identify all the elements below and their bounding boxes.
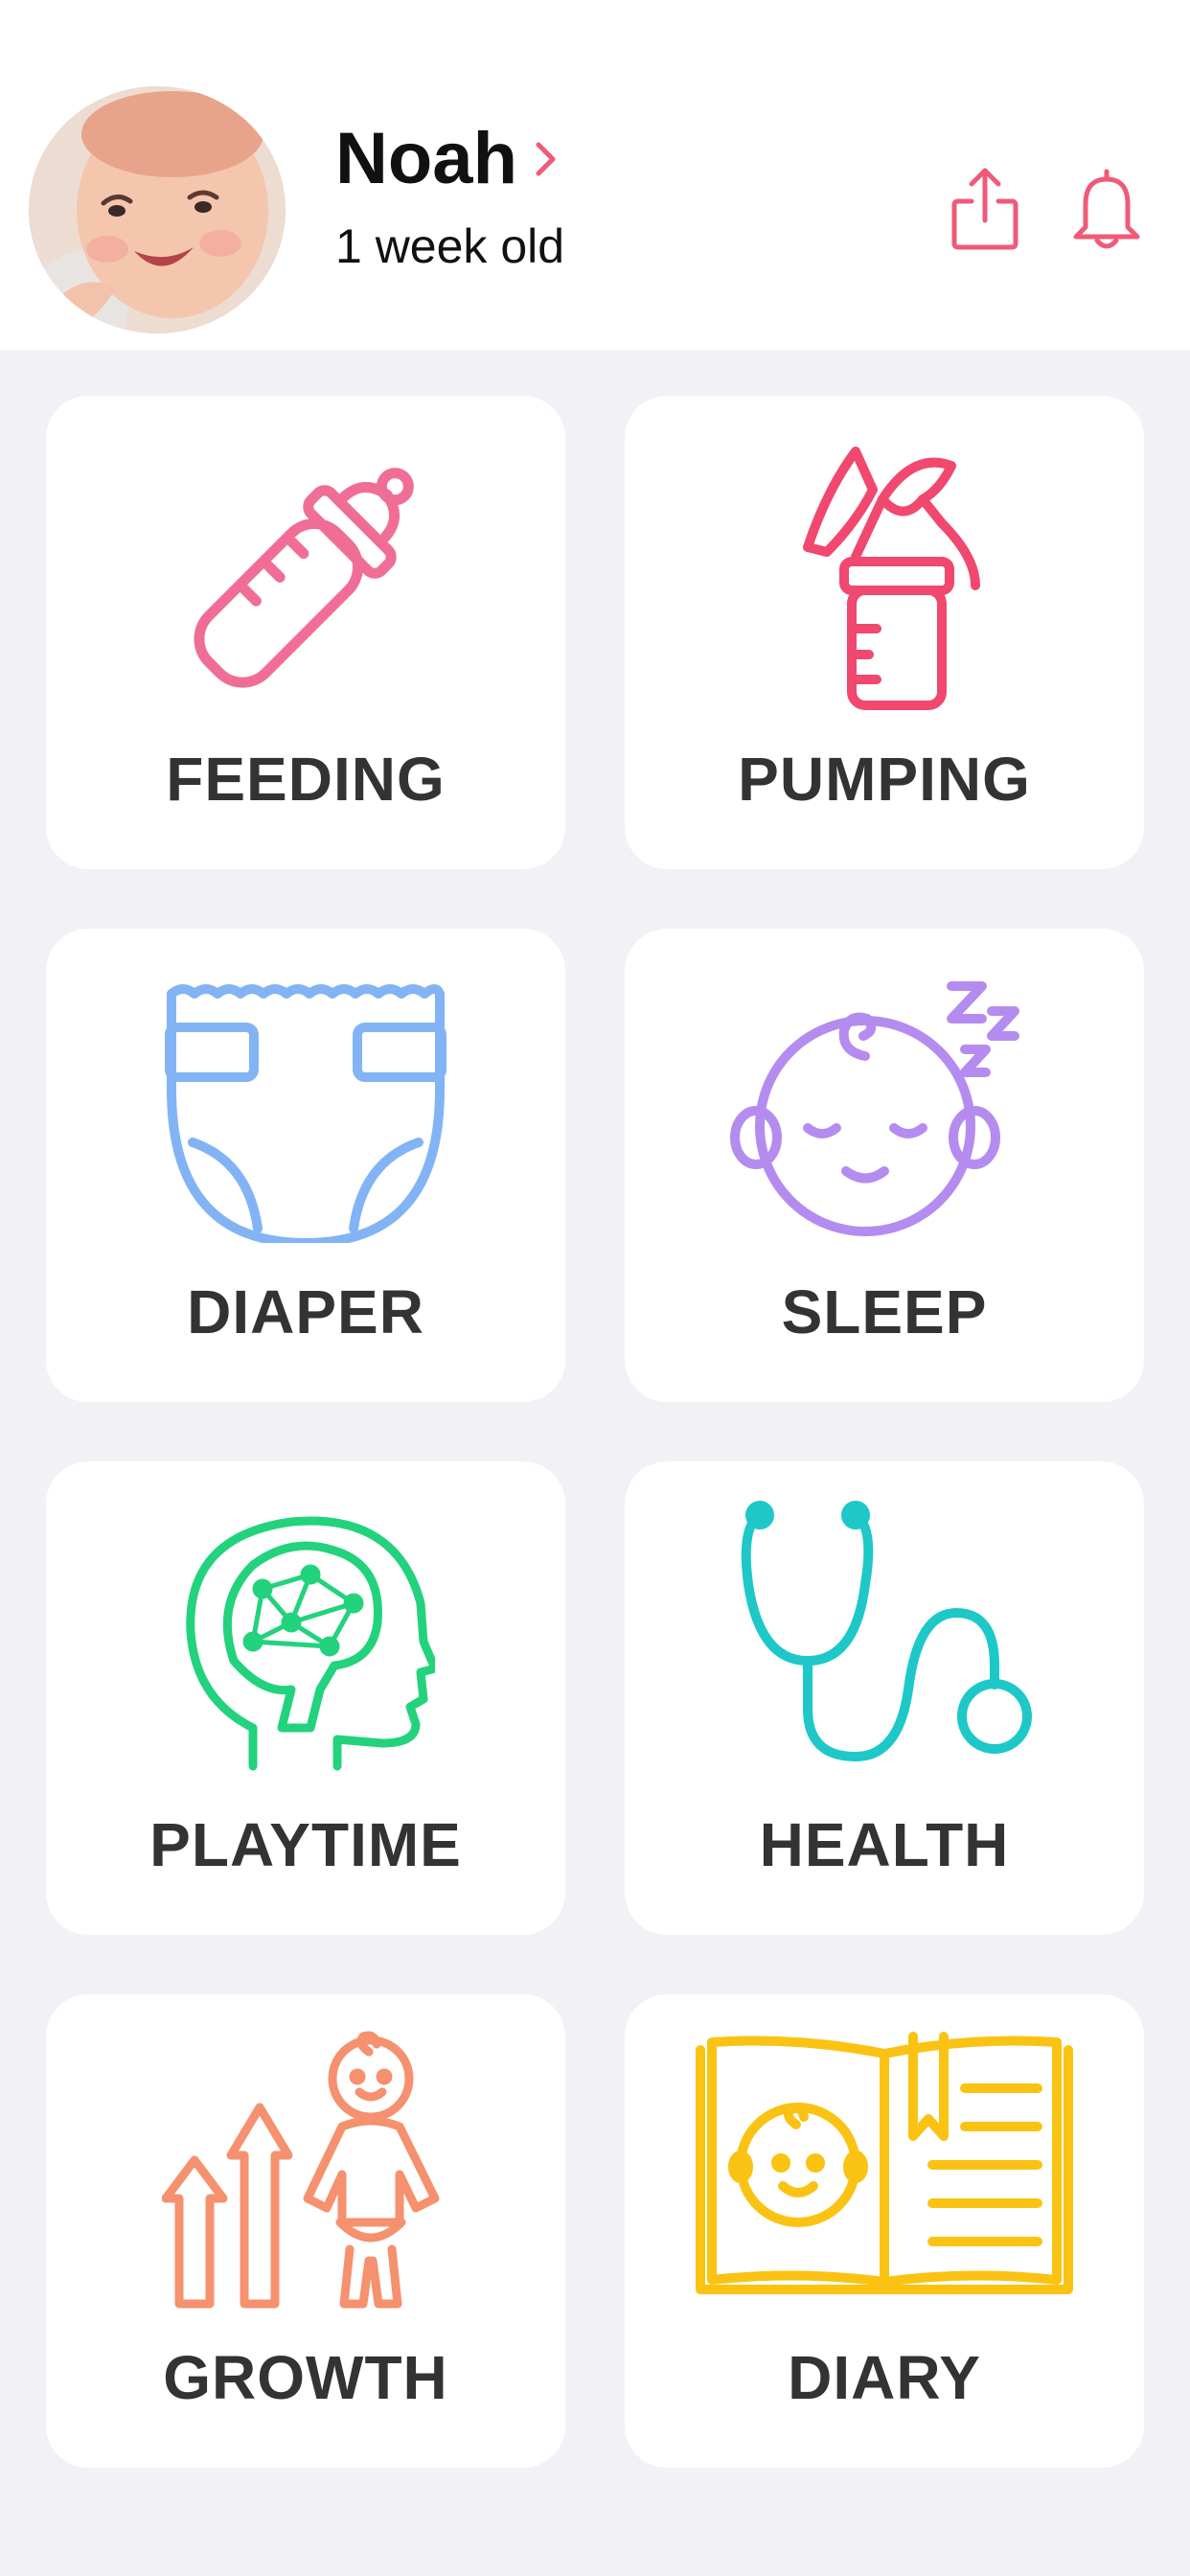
- diaper-icon: [152, 965, 459, 1248]
- profile-switcher[interactable]: Noah: [335, 123, 558, 196]
- breast-pump-icon: [769, 432, 999, 715]
- tile-label: FEEDING: [166, 745, 446, 814]
- tile-playtime[interactable]: PLAYTIME: [46, 1461, 565, 1935]
- tile-label: DIAPER: [187, 1277, 424, 1346]
- bell-icon: [1070, 168, 1143, 255]
- tile-label: DIARY: [788, 2343, 981, 2412]
- share-icon: [950, 167, 1019, 256]
- profile-name: Noah: [335, 118, 517, 199]
- tile-pumping[interactable]: PUMPING: [625, 396, 1144, 869]
- share-button[interactable]: [942, 163, 1028, 259]
- tile-diaper[interactable]: DIAPER: [46, 929, 565, 1402]
- growth-icon: [161, 2031, 449, 2313]
- chevron-right-icon: [535, 141, 558, 182]
- tile-label: GROWTH: [163, 2343, 448, 2412]
- profile-age: 1 week old: [335, 219, 565, 273]
- tile-health[interactable]: HEALTH: [625, 1461, 1144, 1935]
- tile-feeding[interactable]: FEEDING: [46, 396, 565, 869]
- tile-label: PLAYTIME: [149, 1810, 462, 1879]
- tile-growth[interactable]: GROWTH: [46, 1994, 565, 2468]
- sleeping-baby-icon: [721, 965, 1047, 1248]
- tile-label: HEALTH: [759, 1810, 1010, 1879]
- baby-bottle-icon: [162, 432, 449, 715]
- profile-header: Noah 1 week old: [0, 0, 1190, 350]
- tile-label: SLEEP: [781, 1277, 988, 1346]
- stethoscope-icon: [721, 1498, 1047, 1781]
- brain-icon: [176, 1498, 440, 1781]
- tile-sleep[interactable]: SLEEP: [625, 929, 1144, 1402]
- diary-book-icon: [693, 2031, 1076, 2313]
- tile-label: PUMPING: [738, 745, 1031, 814]
- tile-diary[interactable]: DIARY: [625, 1994, 1144, 2468]
- notifications-button[interactable]: [1064, 163, 1150, 259]
- avatar[interactable]: [29, 86, 286, 334]
